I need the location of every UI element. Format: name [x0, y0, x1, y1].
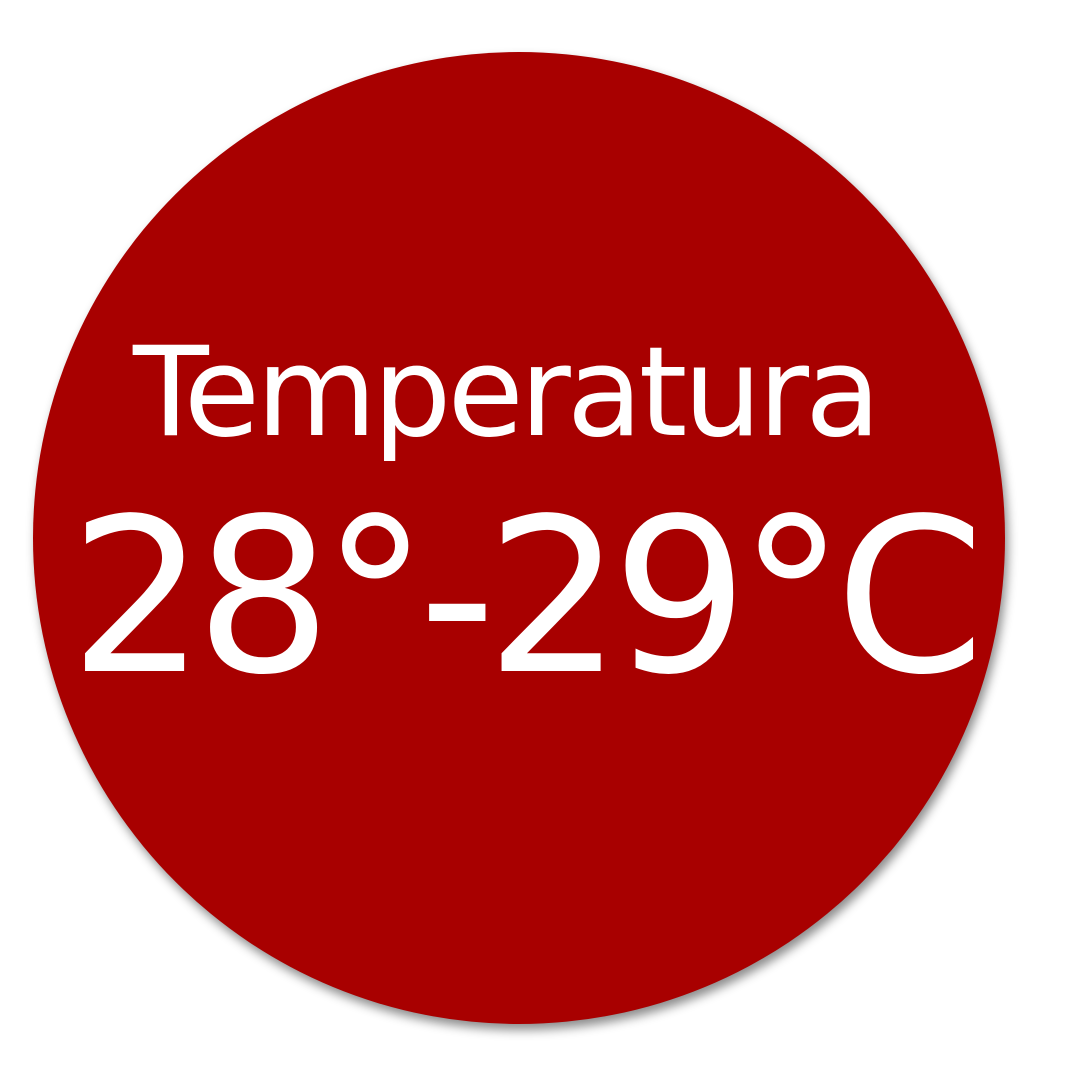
temperature-badge-graphic: Temperatura 28°-29°C	[0, 0, 1080, 1080]
temperature-range-value: 28°-29°C	[69, 473, 984, 722]
temperature-label: Temperatura	[133, 321, 881, 465]
